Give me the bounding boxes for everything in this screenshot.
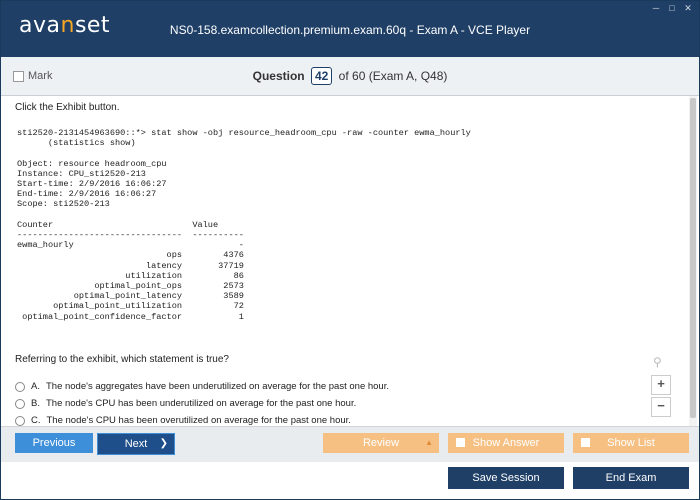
close-icon[interactable]: ✕: [683, 3, 693, 14]
answer-option-b[interactable]: B. The node's CPU has been underutilized…: [15, 395, 389, 412]
option-text: The node's CPU has been underutilized on…: [45, 398, 357, 409]
radio-a[interactable]: [15, 381, 25, 392]
question-number-input[interactable]: 42: [310, 67, 333, 85]
option-text: The node's CPU has been overutilized on …: [46, 415, 351, 426]
option-text: The node's aggregates have been underuti…: [45, 381, 389, 392]
previous-button[interactable]: Previous: [15, 433, 93, 453]
vce-player-window: avanset NS0-158.examcollection.premium.e…: [0, 0, 700, 500]
show-answer-label: Show Answer: [472, 437, 540, 449]
question-header: Mark Question 42 of 60 (Exam A, Q48): [1, 57, 699, 96]
minimize-icon[interactable]: ─: [651, 3, 661, 14]
question-total: of 60 (Exam A, Q48): [338, 69, 448, 83]
end-exam-button[interactable]: End Exam: [573, 467, 689, 489]
question-content: Click the Exhibit button. sti2520-213145…: [1, 96, 687, 426]
review-label: Review: [362, 437, 400, 449]
answer-options: A. The node's aggregates have been under…: [15, 378, 389, 426]
magnifier-icon: ⚲: [653, 355, 662, 369]
window-controls: ─ □ ✕: [651, 3, 693, 14]
end-exam-label: End Exam: [605, 472, 657, 484]
save-session-button[interactable]: Save Session: [448, 467, 564, 489]
title-bar: avanset NS0-158.examcollection.premium.e…: [1, 1, 699, 57]
option-letter: B.: [31, 398, 40, 409]
question-indicator: Question 42 of 60 (Exam A, Q48): [1, 67, 699, 85]
scroll-thumb[interactable]: [690, 98, 696, 418]
show-list-button[interactable]: Show List: [573, 433, 689, 453]
answer-option-c[interactable]: C. The node's CPU has been overutilized …: [15, 412, 389, 426]
show-answer-button[interactable]: Show Answer: [448, 433, 564, 453]
maximize-icon[interactable]: □: [667, 3, 677, 14]
next-label: Next: [124, 438, 148, 450]
radio-b[interactable]: [15, 398, 25, 409]
radio-c[interactable]: [15, 415, 25, 426]
content-scrollbar[interactable]: [689, 96, 697, 426]
question-label: Question: [252, 69, 305, 83]
review-button[interactable]: Review ▲: [323, 433, 439, 453]
triangle-up-icon: ▲: [425, 438, 433, 447]
instruction-text: Click the Exhibit button.: [15, 102, 120, 113]
window-title: NS0-158.examcollection.premium.exam.60q …: [169, 23, 531, 37]
next-button[interactable]: Next ❯: [97, 433, 175, 455]
option-letter: A.: [31, 381, 40, 392]
answer-option-a[interactable]: A. The node's aggregates have been under…: [15, 378, 389, 395]
chevron-right-icon: ❯: [159, 438, 168, 449]
previous-label: Previous: [32, 437, 76, 449]
zoom-out-button[interactable]: −: [651, 397, 671, 417]
zoom-in-button[interactable]: +: [651, 375, 671, 395]
show-list-label: Show List: [607, 437, 655, 449]
save-session-label: Save Session: [472, 472, 540, 484]
option-letter: C.: [31, 415, 41, 426]
exhibit-output: sti2520-2131454963690::*> stat show -obj…: [17, 128, 471, 322]
checkbox-icon: [456, 438, 465, 447]
checkbox-icon: [581, 438, 590, 447]
question-prompt: Referring to the exhibit, which statemen…: [15, 354, 229, 365]
